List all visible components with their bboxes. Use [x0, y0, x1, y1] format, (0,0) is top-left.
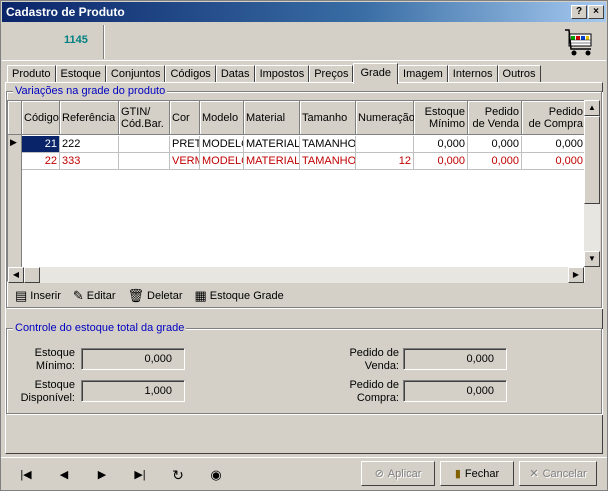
header-divider [103, 25, 105, 59]
close-form-button[interactable]: ▮ Fechar [440, 461, 514, 486]
stock-control-title: Controle do estoque total da grade [13, 322, 187, 334]
cell-material[interactable]: MATERIAL 0 [244, 136, 300, 153]
close-button[interactable]: × [588, 5, 604, 19]
tab-conjuntos[interactable]: Conjuntos [105, 65, 166, 83]
col-numeracao[interactable]: Numeração [356, 101, 415, 135]
tab-codigos[interactable]: Códigos [165, 65, 216, 83]
col-gtin[interactable]: GTIN/ Cód.Bar. [119, 101, 170, 135]
col-estoque-minimo[interactable]: Estoque Mínimo [414, 101, 468, 135]
refresh-button[interactable]: ↻ [167, 466, 189, 484]
cell-pedido-compra[interactable]: 0,000 [522, 136, 584, 153]
col-tamanho[interactable]: Tamanho [300, 101, 356, 135]
cell-referencia[interactable]: 333 [60, 153, 119, 170]
cell-estoque-minimo[interactable]: 0,000 [414, 153, 468, 170]
history-button[interactable]: ◉ [205, 466, 227, 484]
last-record-button[interactable]: ▶| [129, 466, 151, 484]
cell-estoque-minimo[interactable]: 0,000 [414, 136, 468, 153]
row-indicator-column: ▶ [8, 101, 22, 281]
apply-button[interactable]: ⊘ Aplicar [361, 461, 435, 486]
next-record-button[interactable]: ▶ [91, 466, 113, 484]
stock-grid-button[interactable]: ▦ Estoque Grade [191, 286, 288, 306]
cell-modelo[interactable]: MODELO [200, 136, 244, 153]
cancel-icon: ✕ [529, 468, 539, 480]
title-bar: Cadastro de Produto ? × [2, 2, 606, 22]
header-area: 1145 [2, 23, 606, 61]
grid-toolbar: ▤ Inserir ✎ Editar 🗑 Deletar ▦ Estoque G… [11, 286, 288, 306]
pedido-venda-field[interactable]: 0,000 [403, 348, 507, 370]
bottom-bar: |◀ ◀ ▶ ▶| ↻ ◉ ⊘ Aplicar ▮ Fechar ✕ Cance… [1, 457, 607, 490]
cell-codigo[interactable]: 22 [22, 153, 60, 170]
cell-codigo[interactable]: 21 [22, 136, 60, 153]
scroll-down-button[interactable]: ▼ [584, 251, 600, 267]
col-material[interactable]: Material [244, 101, 300, 135]
cell-gtin[interactable] [119, 153, 170, 170]
first-record-button[interactable]: |◀ [15, 466, 37, 484]
trash-icon: 🗑 [127, 288, 145, 303]
scroll-up-button[interactable]: ▲ [584, 100, 600, 116]
cell-cor[interactable]: PRETO [170, 136, 200, 153]
cell-gtin[interactable] [119, 136, 170, 153]
tab-datas[interactable]: Datas [215, 65, 255, 83]
estoque-minimo-field[interactable]: 0,000 [81, 348, 185, 370]
pedido-compra-label: Pedido de Compra: [349, 379, 399, 404]
col-referencia[interactable]: Referência [60, 101, 119, 135]
tab-outros[interactable]: Outros [497, 65, 541, 83]
cell-pedido-venda[interactable]: 0,000 [468, 153, 522, 170]
col-modelo[interactable]: Modelo [200, 101, 244, 135]
variations-grid[interactable]: ▶ Código Referência GTIN/ Cód.Bar. Cor M… [7, 100, 585, 282]
help-button[interactable]: ? [571, 5, 587, 19]
door-exit-icon: ▮ [454, 468, 461, 480]
estoque-disponivel-field[interactable]: 1,000 [81, 380, 185, 402]
cell-numeracao[interactable]: 12 [356, 153, 414, 170]
cancel-button[interactable]: ✕ Cancelar [519, 461, 597, 486]
cell-material[interactable]: MATERIAL 0 [244, 153, 300, 170]
shopping-cart-icon [565, 29, 592, 56]
tab-produto[interactable]: Produto [7, 65, 56, 83]
cell-tamanho[interactable]: TAMANHO [300, 136, 356, 153]
tab-impostos[interactable]: Impostos [254, 65, 310, 83]
tab-estoque[interactable]: Estoque [55, 65, 106, 83]
cell-numeracao[interactable] [356, 136, 414, 153]
scroll-left-button[interactable]: ◀ [8, 267, 24, 283]
tab-grade[interactable]: Grade [353, 63, 399, 84]
edit-icon: ✎ [72, 288, 84, 303]
product-window: Cadastro de Produto ? × 1145 Produto Est… [0, 0, 608, 491]
estoque-minimo-label: Estoque Mínimo: [34, 347, 75, 372]
insert-button[interactable]: ▤ Inserir [11, 286, 65, 306]
estoque-disponivel-label: Estoque Disponível: [20, 379, 75, 404]
cell-referencia[interactable]: 222 [60, 136, 119, 153]
col-pedido-venda[interactable]: Pedido de Venda [468, 101, 522, 135]
col-cor[interactable]: Cor [170, 101, 200, 135]
variations-title: Variações na grade do produto [13, 85, 168, 97]
tab-precos[interactable]: Preços [309, 65, 354, 83]
cell-cor[interactable]: VERM [170, 153, 200, 170]
product-code: 1145 [64, 34, 88, 46]
horizontal-scrollbar[interactable]: ◀ ▶ [8, 267, 584, 283]
tab-imagem[interactable]: Imagem [398, 65, 448, 83]
cell-pedido-compra[interactable]: 0,000 [522, 153, 584, 170]
row-indicator: ▶ [10, 137, 17, 147]
pedido-venda-label: Pedido de Venda: [349, 347, 399, 372]
col-pedido-compra[interactable]: Pedido de Compra [522, 101, 584, 135]
stock-grid-icon: ▦ [194, 288, 207, 303]
cell-modelo[interactable]: MODELO [200, 153, 244, 170]
window-title: Cadastro de Produto [6, 5, 125, 19]
col-codigo[interactable]: Código [22, 101, 60, 135]
previous-record-button[interactable]: ◀ [53, 466, 75, 484]
pedido-compra-field[interactable]: 0,000 [403, 380, 507, 402]
scroll-thumb-vertical[interactable] [584, 116, 600, 204]
vertical-scrollbar[interactable]: ▲ ▼ [584, 100, 600, 267]
edit-button[interactable]: ✎ Editar [69, 286, 120, 306]
scroll-right-button[interactable]: ▶ [568, 267, 584, 283]
apply-icon: ⊘ [374, 468, 384, 480]
cell-tamanho[interactable]: TAMANHO [300, 153, 356, 170]
delete-button[interactable]: 🗑 Deletar [124, 286, 187, 306]
cell-pedido-venda[interactable]: 0,000 [468, 136, 522, 153]
insert-icon: ▤ [15, 288, 28, 303]
tab-internos[interactable]: Internos [447, 65, 498, 83]
scroll-thumb-horizontal[interactable] [24, 267, 40, 283]
tab-strip: Produto Estoque Conjuntos Códigos Datas … [7, 63, 541, 84]
